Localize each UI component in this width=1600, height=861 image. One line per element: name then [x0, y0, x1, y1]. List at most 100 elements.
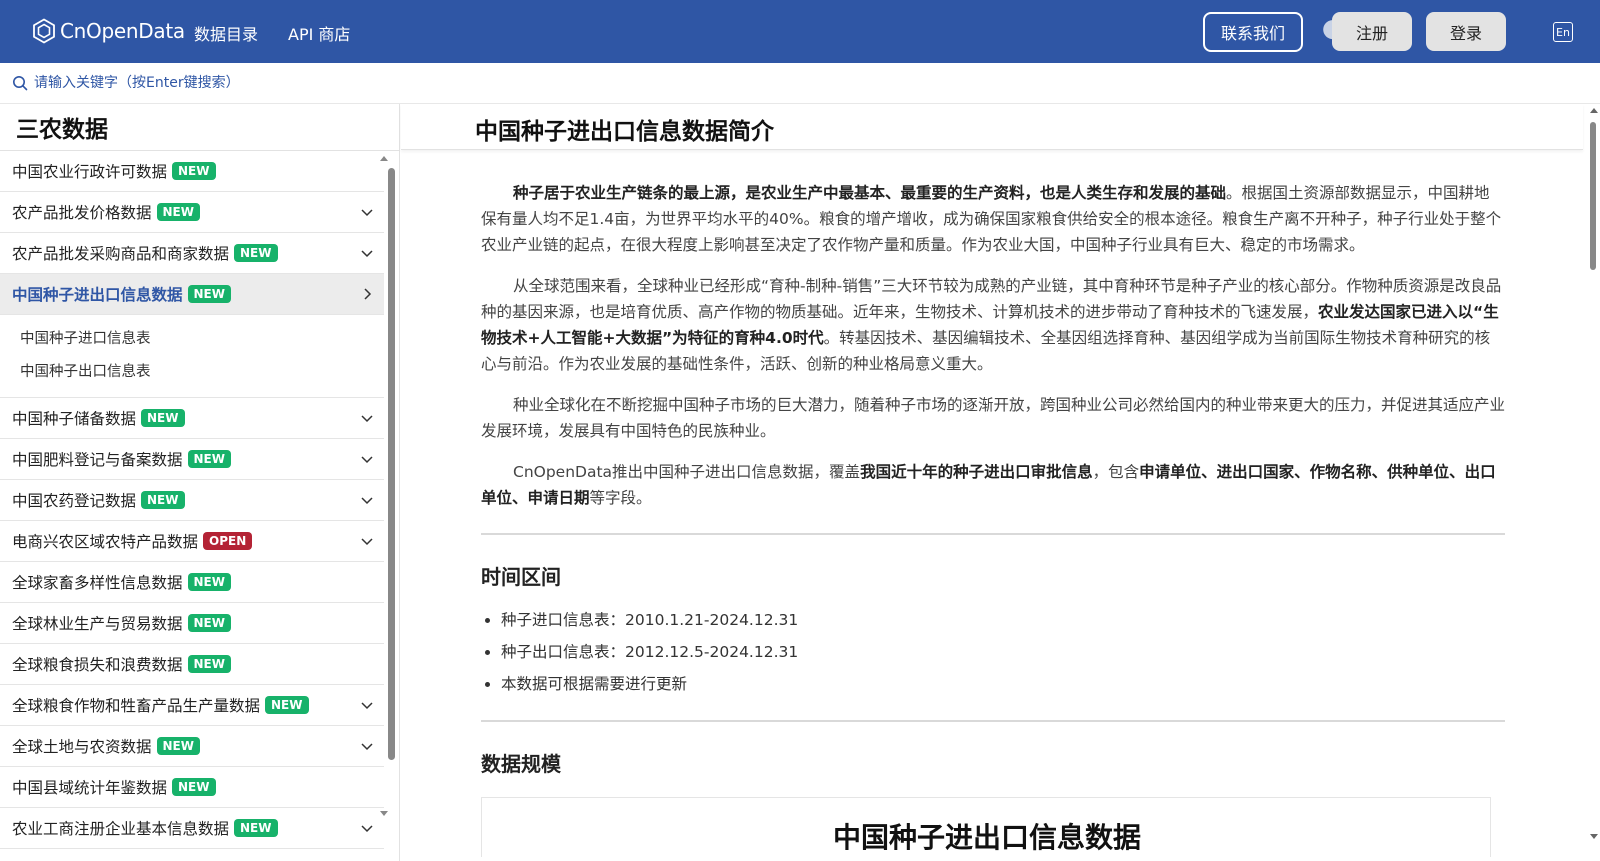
status-badge: NEW — [156, 737, 200, 755]
sidebar-subitem[interactable]: 中国种子出口信息表 — [0, 354, 384, 387]
chevron-down-icon[interactable] — [360, 411, 374, 425]
status-badge: NEW — [187, 573, 231, 591]
hexagon-logo-icon — [33, 18, 55, 44]
main-scroll-thumb[interactable] — [1590, 122, 1596, 270]
chevron-down-icon[interactable] — [360, 246, 374, 260]
sidebar-item-label: 全球粮食作物和牲畜产品生产量数据 — [12, 697, 261, 715]
sidebar-item-label: 农产品批发价格数据 — [12, 204, 152, 222]
intro-paragraphs: 种子居于农业生产链条的最上源，是农业生产中最基本、最重要的生产资料，也是人类生存… — [481, 180, 1505, 511]
sidebar-subitem[interactable]: 中国种子进口信息表 — [0, 321, 384, 354]
scroll-down-arrow-icon[interactable] — [380, 811, 388, 816]
sidebar-submenu: 中国种子进口信息表 中国种子出口信息表 — [0, 315, 384, 398]
sidebar-item[interactable]: 中国农药登记数据 NEW — [0, 480, 384, 521]
status-badge: NEW — [156, 203, 200, 221]
chevron-right-icon[interactable] — [360, 287, 374, 301]
list-item: 本数据可根据需要进行更新 — [501, 668, 1505, 700]
divider — [481, 533, 1505, 535]
search-input[interactable] — [34, 72, 534, 94]
sidebar-item-label: 中国农药登记数据 — [12, 492, 137, 510]
status-badge: NEW — [141, 409, 185, 427]
sidebar-item-label: 电商兴农区域农特产品数据 — [12, 533, 199, 551]
sidebar-item[interactable]: 中国县域统计年鉴数据 NEW — [0, 767, 384, 808]
sidebar-item-label: 中国肥料登记与备案数据 — [12, 451, 183, 469]
status-badge: NEW — [234, 244, 278, 262]
search-bar — [0, 63, 1600, 104]
main-content: 种子居于农业生产链条的最上源，是农业生产中最基本、最重要的生产资料，也是人类生存… — [481, 180, 1505, 857]
intro-paragraph: 种业全球化在不断挖掘中国种子市场的巨大潜力，随着种子市场的逐渐开放，跨国种业公司… — [481, 392, 1505, 444]
sidebar-item[interactable]: 全球粮食损失和浪费数据 NEW — [0, 644, 384, 685]
sidebar-item-label: 农产品批发采购商品和商家数据 — [12, 245, 230, 263]
sidebar-list: 中国农业行政许可数据 NEW 农产品批发价格数据 NEW 农产品批发采购商品和商家数据 N… — [0, 151, 384, 849]
status-badge: OPEN — [203, 532, 253, 550]
sidebar: 三农数据 中国农业行政许可数据 NEW 农产品批发价格数据 NEW 农产品批发采购商品和… — [0, 104, 400, 861]
status-badge: NEW — [172, 778, 216, 796]
text-segment: 等字段。 — [589, 489, 652, 507]
sidebar-item[interactable]: 中国种子进出口信息数据 NEW — [0, 274, 384, 315]
time-range-heading: 时间区间 — [481, 565, 561, 589]
status-badge: NEW — [187, 450, 231, 468]
sidebar-item[interactable]: 全球林业生产与贸易数据 NEW — [0, 603, 384, 644]
intro-paragraph: 从全球范围来看，全球种业已经形成“育种-制种-销售”三大环节较为成熟的产业链，其… — [481, 273, 1505, 377]
logo[interactable]: CnOpenData — [32, 18, 185, 44]
nav-data-catalog[interactable]: 数据目录 — [194, 21, 258, 45]
sidebar-item[interactable]: 农产品批发采购商品和商家数据 NEW — [0, 233, 384, 274]
sidebar-item[interactable]: 全球家畜多样性信息数据 NEW — [0, 562, 384, 603]
chevron-down-icon[interactable] — [360, 452, 374, 466]
bold-text: 种子居于农业生产链条的最上源，是农业生产中最基本、最重要的生产资料，也是人类生存… — [513, 184, 1227, 202]
status-badge: NEW — [141, 491, 185, 509]
sidebar-item[interactable]: 中国种子储备数据 NEW — [0, 398, 384, 439]
intro-paragraph: 种子居于农业生产链条的最上源，是农业生产中最基本、最重要的生产资料，也是人类生存… — [481, 180, 1505, 258]
main-header: 中国种子进出口信息数据简介 — [401, 104, 1583, 150]
chevron-down-icon[interactable] — [360, 821, 374, 835]
status-badge: NEW — [187, 614, 231, 632]
sidebar-item[interactable]: 农产品批发价格数据 NEW — [0, 192, 384, 233]
text-segment: 种业全球化在不断挖掘中国种子市场的巨大潜力，随着种子市场的逐渐开放，跨国种业公司… — [481, 396, 1506, 440]
login-button[interactable]: 登录 — [1426, 12, 1506, 51]
sidebar-item-label: 中国县域统计年鉴数据 — [12, 779, 168, 797]
sidebar-scroll-thumb[interactable] — [388, 168, 395, 760]
list-item: 种子进口信息表：2010.1.21-2024.12.31 — [501, 604, 1505, 636]
divider — [481, 720, 1505, 722]
status-badge: NEW — [265, 696, 309, 714]
sidebar-item[interactable]: 电商兴农区域农特产品数据 OPEN — [0, 521, 384, 562]
chevron-down-icon[interactable] — [360, 205, 374, 219]
sidebar-item-label: 全球家畜多样性信息数据 — [12, 574, 183, 592]
chevron-down-icon[interactable] — [360, 493, 374, 507]
list-item: 种子出口信息表：2012.12.5-2024.12.31 — [501, 636, 1505, 668]
data-scale-heading: 数据规模 — [481, 752, 561, 776]
status-badge: NEW — [187, 655, 231, 673]
preview-title: 中国种子进出口信息数据 — [832, 821, 1141, 854]
status-badge: NEW — [234, 819, 278, 837]
scroll-up-arrow-icon[interactable] — [380, 156, 388, 161]
nav-api-store[interactable]: API 商店 — [288, 21, 350, 45]
scroll-up-arrow-icon[interactable] — [1590, 108, 1598, 113]
sidebar-item[interactable]: 全球土地与农资数据 NEW — [0, 726, 384, 767]
chevron-down-icon[interactable] — [360, 739, 374, 753]
sidebar-item-label: 全球粮食损失和浪费数据 — [12, 656, 183, 674]
top-navbar: CnOpenData 数据目录 API 商店 联系我们 注册 登录 En — [0, 0, 1600, 63]
intro-paragraph: CnOpenData推出中国种子进出口信息数据，覆盖我国近十年的种子进出口审批信… — [481, 459, 1505, 511]
chevron-down-icon[interactable] — [360, 534, 374, 548]
sidebar-item[interactable]: 中国农业行政许可数据 NEW — [0, 151, 384, 192]
sidebar-title: 三农数据 — [16, 117, 108, 143]
sidebar-item[interactable]: 农业工商注册企业基本信息数据 NEW — [0, 808, 384, 849]
logo-text: CnOpenData — [60, 19, 185, 43]
time-range-list: 种子进口信息表：2010.1.21-2024.12.31 种子出口信息表：201… — [481, 604, 1505, 700]
text-segment: CnOpenData推出中国种子进出口信息数据，覆盖 — [513, 463, 861, 481]
sidebar-item-label: 中国农业行政许可数据 — [12, 163, 168, 181]
chevron-down-icon[interactable] — [360, 698, 374, 712]
status-badge: NEW — [187, 285, 231, 303]
page-title: 中国种子进出口信息数据简介 — [475, 119, 774, 145]
bold-text: 我国近十年的种子进出口审批信息 — [860, 463, 1093, 481]
status-badge: NEW — [172, 162, 216, 180]
sidebar-item[interactable]: 全球粮食作物和牲畜产品生产量数据 NEW — [0, 685, 384, 726]
data-preview-card: 中国种子进出口信息数据 — [481, 797, 1491, 857]
text-segment: ，包含 — [1092, 463, 1140, 481]
sidebar-item-label: 中国种子进出口信息数据 — [12, 286, 183, 304]
contact-us-button[interactable]: 联系我们 — [1203, 12, 1303, 52]
sidebar-item[interactable]: 中国肥料登记与备案数据 NEW — [0, 439, 384, 480]
register-button[interactable]: 注册 — [1332, 12, 1412, 51]
scroll-down-arrow-icon[interactable] — [1590, 834, 1598, 839]
sidebar-item-label: 中国种子储备数据 — [12, 410, 137, 428]
language-toggle[interactable]: En — [1553, 22, 1573, 42]
